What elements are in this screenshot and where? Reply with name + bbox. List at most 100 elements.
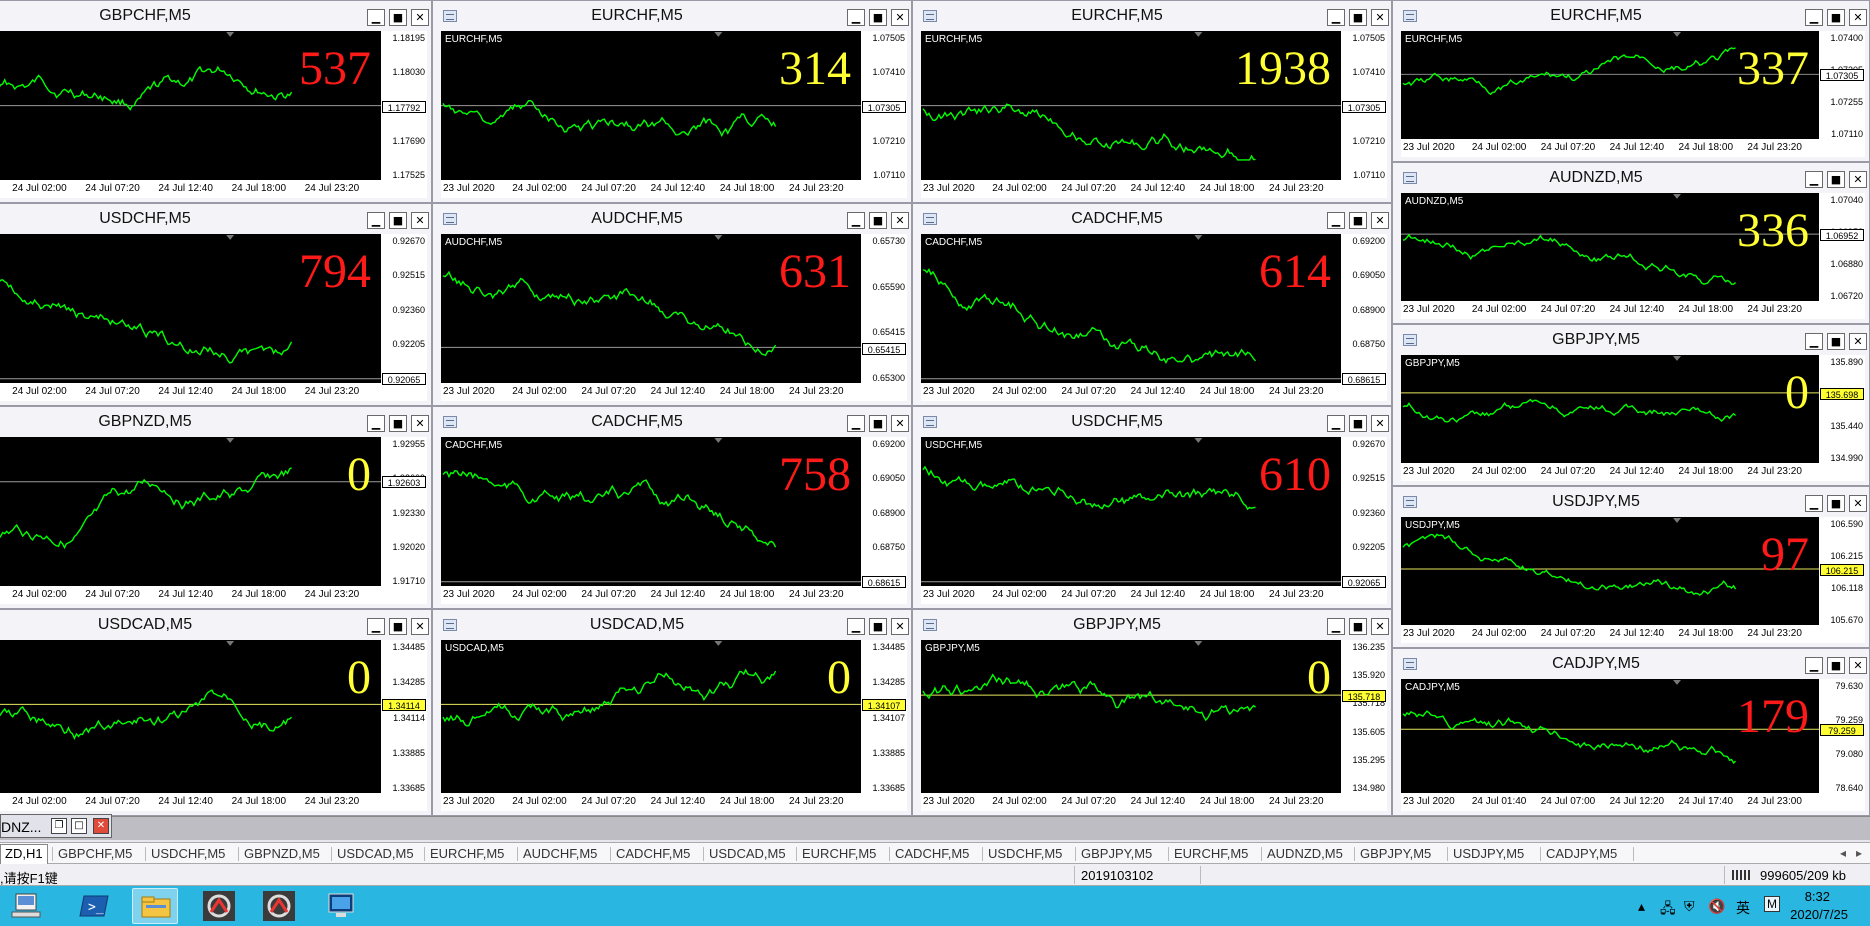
price-chart[interactable]: USDCHF,M5 610 0.92670 0.92515 0.92360 0.92205… [921,437,1387,604]
maximize-icon[interactable]: ■ [1827,495,1845,512]
chart-tab[interactable]: USDCHF,M5 [988,846,1062,861]
shift-marker-icon[interactable] [226,31,235,37]
close-icon[interactable]: ✕ [1371,415,1389,432]
price-axis[interactable]: 1.075051.074101.073051.072101.071101.073… [1341,31,1387,198]
minimize-icon[interactable]: ▁ [1805,657,1823,674]
close-icon[interactable]: ✕ [411,212,429,229]
close-icon[interactable]: ✕ [891,9,909,26]
shift-marker-icon[interactable] [1194,31,1203,37]
close-icon[interactable]: ✕ [1849,171,1867,188]
maximize-icon[interactable]: ■ [869,212,887,229]
chart-tab[interactable]: EURCHF,M5 [802,846,876,861]
price-axis[interactable]: 106.590 106.215 106.118 105.670 106.215 [1819,517,1865,643]
price-chart[interactable]: EURCHF,M5 1938 1.07505 1.07410 1.07305 1.0721… [921,31,1387,198]
price-axis[interactable]: 1.070401.069521.068801.067201.06952 [1819,193,1865,319]
shift-marker-icon[interactable] [1673,193,1681,199]
price-axis[interactable]: 0.926700.925150.923600.922050.920650.920… [381,234,427,401]
minimize-icon[interactable]: ▁ [1805,9,1823,26]
chart-tab[interactable]: EURCHF,M5 [1174,846,1248,861]
maximize-icon[interactable]: ■ [389,9,407,26]
price-axis[interactable]: 1.929551.926031.923301.920201.917101.926… [381,437,427,604]
chart-tab[interactable]: USDCHF,M5 [151,846,225,861]
close-icon[interactable]: ✕ [1849,657,1867,674]
price-chart[interactable]: CADCHF,M5 614 0.69200 0.69050 0.68900 0.68750… [921,234,1387,401]
time-axis[interactable]: 2024 Jul 02:0024 Jul 07:2024 Jul 12:4024… [0,793,381,811]
restore-icon[interactable]: ❐ [51,818,67,834]
chart-tab[interactable]: EURCHF,M5 [430,846,504,861]
shift-marker-icon[interactable] [1194,437,1203,443]
chart-window-titlebar[interactable]: USDCAD,M5 ▁ ■ ✕ [433,610,911,638]
chart-window-titlebar[interactable]: GBPNZD,M5 ▁ ■ ✕ [0,407,431,435]
time-axis[interactable]: 23 Jul 2020 24 Jul 02:00 24 Jul 07:20 24 Ju… [1401,625,1819,643]
price-axis[interactable]: 0.692000.690500.689000.687500.686150.686… [1341,234,1387,401]
maximize-icon[interactable]: ■ [869,618,887,635]
close-icon[interactable]: ✕ [411,415,429,432]
minimize-icon[interactable]: ▁ [847,9,865,26]
clock-time[interactable]: 8:32 [1805,889,1830,904]
chart-window[interactable]: AUDNZD,M5 ▁■✕ AUDNZD,M5 336 1.07040 1.06952 1.… [1392,162,1870,324]
chart-tab[interactable]: CADCHF,M5 [895,846,969,861]
price-axis[interactable]: 1.34485 1.34285 1.34114 1.33885 1.33685 1.341… [381,640,427,811]
time-axis[interactable]: 23 Jul 2020 24 Jul 02:00 24 Jul 07:20 24 Ju… [1401,301,1819,319]
chart-window[interactable]: USDCAD,M5▁■✕AD,M501.344851.342851.341141… [0,609,432,816]
minimize-icon[interactable]: ▁ [367,415,385,432]
minimize-icon[interactable]: ▁ [847,212,865,229]
chart-tab[interactable]: GBPJPY,M5 [1081,846,1152,861]
close-icon[interactable]: ✕ [411,9,429,26]
chart-tab[interactable]: CADCHF,M5 [616,846,690,861]
chart-tab[interactable]: USDCAD,M5 [709,846,786,861]
time-axis[interactable]: 2024 Jul 02:0024 Jul 07:2024 Jul 12:4024… [0,383,381,401]
close-icon[interactable]: ✕ [1371,9,1389,26]
maximize-icon[interactable]: ■ [1349,618,1367,635]
chart-tab[interactable]: GBPJPY,M5 [1360,846,1431,861]
price-axis[interactable]: 1.181951.180301.178601.176901.175251.177… [381,31,427,198]
time-axis[interactable]: 2024 Jul 02:0024 Jul 07:2024 Jul 12:4024… [0,180,381,198]
chart-window-titlebar[interactable]: USDJPY,M5 ▁ ■ ✕ [1393,487,1869,515]
tab-scroll-left-icon[interactable]: ◂ [1840,846,1846,860]
minimize-icon[interactable]: ▁ [367,212,385,229]
price-chart[interactable]: CADJPY,M5 179 79.630 79.259 79.080 78.640 79.2… [1401,679,1865,811]
close-icon[interactable]: ✕ [1849,9,1867,26]
price-axis[interactable]: 1.34485 1.34285 1.34107 1.33885 1.33685 1.341… [861,640,907,811]
volume-icon[interactable]: 🔇 [1708,898,1725,915]
chart-window[interactable]: GBPJPY,M5 ▁ ■ ✕ GBPJPY,M5 0 136.235 135.920 135.… [912,609,1392,816]
price-axis[interactable]: 135.890135.698135.440134.990135.698 [1819,355,1865,481]
remote-desktop-icon[interactable] [318,888,364,924]
close-icon[interactable]: ✕ [891,212,909,229]
shift-marker-icon[interactable] [1673,517,1681,523]
time-axis[interactable]: 23 Jul 2020 24 Jul 02:00 24 Jul 07:20 24 Ju… [921,793,1341,811]
chart-window[interactable]: AUDCHF,M5 ▁ ■ ✕ AUDCHF,M5 631 0.65730 0.65590 0.… [432,203,912,406]
chart-window-titlebar[interactable]: CADCHF,M5 ▁ ■ ✕ [433,407,911,435]
maximize-icon[interactable]: ■ [1349,9,1367,26]
shift-marker-icon[interactable] [714,640,723,646]
chart-tab[interactable]: USDJPY,M5 [1453,846,1524,861]
minimize-icon[interactable]: ▁ [847,415,865,432]
minimized-chart-window[interactable]: DNZ... ❐ □ ✕ [0,814,112,838]
chart-window-titlebar[interactable]: USDCAD,M5 ▁ ■ ✕ [0,610,431,638]
chart-window-titlebar[interactable]: EURCHF,M5 ▁ ■ ✕ [913,1,1391,29]
price-chart[interactable]: CADCHF,M5 758 0.69200 0.69050 0.68900 0.68750… [441,437,907,604]
close-icon[interactable]: ✕ [1849,495,1867,512]
price-axis[interactable]: 0.926700.925150.923600.922050.920650.920… [1341,437,1387,604]
network-icon[interactable]: 🖧 [1660,898,1676,922]
shift-marker-icon[interactable] [714,234,723,240]
price-chart[interactable]: USDCAD,M5 0 1.34485 1.34285 1.34107 1.33885 1.… [441,640,907,811]
chart-window-titlebar[interactable]: AUDNZD,M5 ▁ ■ ✕ [1393,163,1869,191]
language-indicator[interactable]: 英 [1736,898,1750,918]
metatrader-icon[interactable] [196,888,242,924]
maximize-icon[interactable]: ■ [869,415,887,432]
price-chart[interactable]: USDJPY,M5 97 106.590 106.215 106.118 105.670 1… [1401,517,1865,643]
time-axis[interactable]: 23 Jul 2020 24 Jul 02:00 24 Jul 07:20 24 Ju… [921,586,1341,604]
metatrader-icon[interactable] [256,888,302,924]
chart-window[interactable]: GBPCHF,M5▁■✕HF,M55371.181951.180301.1786… [0,0,432,203]
price-axis[interactable]: 0.65730 0.65590 0.65415 0.65300 0.65415 [861,234,907,401]
time-axis[interactable]: 23 Jul 2020 24 Jul 02:00 24 Jul 07:20 24 Ju… [441,383,861,401]
chart-tab[interactable]: ZD,H1 [0,844,48,864]
price-axis[interactable]: 1.075051.074101.073051.072101.071101.073… [861,31,907,198]
chart-window-titlebar[interactable]: GBPJPY,M5 ▁ ■ ✕ [1393,325,1869,353]
minimize-icon[interactable]: ▁ [367,9,385,26]
powershell-icon[interactable]: >_ [72,888,118,924]
chart-tab[interactable]: CADJPY,M5 [1546,846,1617,861]
close-icon[interactable]: ✕ [891,618,909,635]
chart-window[interactable]: CADJPY,M5 ▁ ■ ✕ CADJPY,M5 179 79.630 79.259 79.0… [1392,648,1870,816]
